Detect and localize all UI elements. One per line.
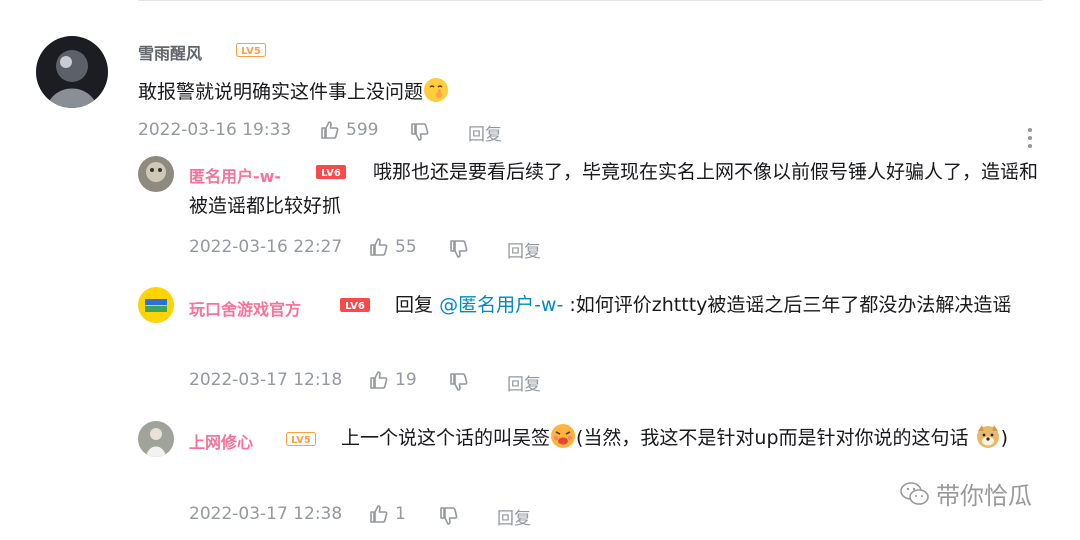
thumb-down-icon[interactable]: [449, 372, 469, 392]
avatar[interactable]: [138, 156, 174, 192]
avatar[interactable]: [138, 287, 174, 323]
like-count: 599: [346, 120, 379, 140]
thumb-down-icon[interactable]: [439, 506, 459, 526]
comment-meta: 2022-03-16 19:33 599 回复: [138, 120, 538, 145]
avatar[interactable]: [138, 421, 174, 457]
reply-button[interactable]: 回复: [507, 237, 541, 262]
shush-emoji-icon: [423, 77, 449, 103]
like-button[interactable]: 19: [369, 370, 417, 390]
thumb-up-icon: [369, 237, 389, 257]
reply-meta: 2022-03-17 12:38 1 回复: [189, 504, 531, 529]
thumb-up-icon: [320, 120, 340, 140]
doge-emoji-icon: [975, 423, 1001, 449]
thumb-up-icon: [369, 370, 389, 390]
reply-button[interactable]: 回复: [507, 370, 541, 395]
thumb-up-icon: [369, 504, 389, 524]
reply-meta: 2022-03-16 22:27 55 回复: [189, 237, 541, 262]
reply-button[interactable]: 回复: [468, 120, 502, 145]
thumb-down-icon[interactable]: [410, 122, 430, 142]
reply-text: 上一个说这个话的叫吴签 (当然，我这不是针对up而是针对你说的这句话 ): [189, 421, 1049, 455]
like-count: 19: [395, 370, 417, 390]
level-badge-lv5: LV5: [236, 43, 266, 57]
mention-link[interactable]: @匿名用户-w-: [439, 294, 563, 316]
wechat-icon: [900, 481, 930, 507]
reply-button[interactable]: 回复: [497, 504, 531, 529]
reply-meta: 2022-03-17 12:18 19 回复: [189, 370, 541, 395]
like-count: 55: [395, 237, 417, 257]
comment-username[interactable]: 雪雨醒风: [138, 40, 202, 64]
top-divider: [138, 0, 1042, 1]
comment-time: 2022-03-16 19:33: [138, 120, 292, 140]
avatar[interactable]: [36, 36, 108, 108]
like-button[interactable]: 599: [320, 120, 378, 140]
reply-text: 回复 @匿名用户-w- :如何评价zhttty被造谣之后三年了都没办法解决造谣: [395, 294, 1012, 316]
svg-text:LV5: LV5: [241, 46, 261, 57]
like-count: 1: [395, 504, 406, 524]
comment-text: 敢报警就说明确实这件事上没问题: [138, 75, 1018, 109]
watermark-text: 带你恰瓜: [936, 482, 1032, 510]
drooling-emoji-icon: [550, 423, 576, 449]
thumb-down-icon[interactable]: [449, 239, 469, 259]
watermark: 带你恰瓜: [900, 476, 1032, 511]
like-button[interactable]: 55: [369, 237, 417, 257]
like-button[interactable]: 1: [369, 504, 406, 524]
reply-text: 哦那也还是要看后续了，毕竟现在实名上网不像以前假号锤人好骗人了，造谣和被造谣都比…: [189, 161, 1039, 217]
more-vertical-icon[interactable]: [1026, 128, 1034, 150]
